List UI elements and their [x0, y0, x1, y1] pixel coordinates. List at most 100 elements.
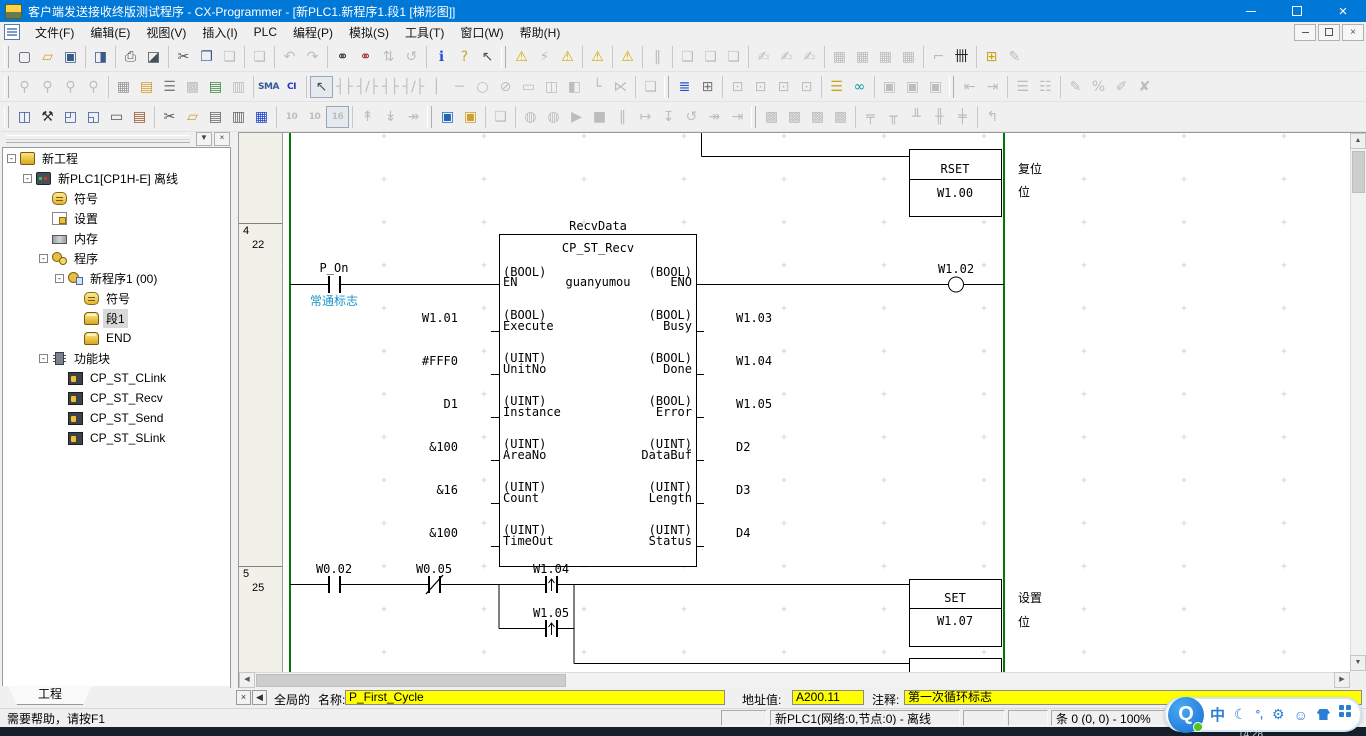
tree-item[interactable]: -新程序1 (00): [3, 268, 230, 288]
smart-input-icon[interactable]: SMA: [257, 76, 280, 98]
address-reference-icon[interactable]: ▱: [181, 106, 204, 128]
tree-item[interactable]: 内存: [3, 228, 230, 248]
print-icon[interactable]: ⎙: [119, 46, 142, 68]
rung-list-icon[interactable]: ☰: [158, 76, 181, 98]
find-check-icon[interactable]: ⚠: [556, 46, 579, 68]
ime-apps-icon[interactable]: [1339, 705, 1344, 710]
time-chart-icon[interactable]: 卌: [950, 46, 973, 68]
grid-icon[interactable]: ▦: [112, 76, 135, 98]
ime-logo-icon[interactable]: Q: [1168, 697, 1204, 733]
save-icon[interactable]: ▣: [59, 46, 82, 68]
cut-icon[interactable]: ✂: [172, 46, 195, 68]
about-icon[interactable]: ℹ: [430, 46, 453, 68]
fb-library-icon[interactable]: ≣: [673, 76, 696, 98]
ime-fullhalf-icon[interactable]: ☾: [1234, 706, 1247, 723]
cross-reference-icon[interactable]: ◱: [82, 106, 105, 128]
horizontal-scroll-thumb[interactable]: [256, 674, 566, 687]
workspace-grip[interactable]: [6, 135, 190, 143]
replace-icon[interactable]: ⚭: [354, 46, 377, 68]
close-button[interactable]: ×: [1320, 0, 1366, 22]
ladder-document-icon[interactable]: [4, 24, 20, 40]
symbol-bar-prev-button[interactable]: ◀: [252, 690, 267, 705]
ime-emoji-icon[interactable]: ☺: [1294, 707, 1308, 723]
menu-edit[interactable]: 编辑(E): [82, 22, 138, 43]
restore-button[interactable]: [1274, 0, 1320, 22]
tree-item[interactable]: CP_ST_SLink: [3, 428, 230, 448]
tree-item[interactable]: 符号: [3, 188, 230, 208]
tree-item[interactable]: 符号: [3, 288, 230, 308]
memory-view-icon[interactable]: ▦: [250, 106, 273, 128]
menu-simulation[interactable]: 模拟(S): [341, 22, 397, 43]
windows-taskbar[interactable]: 14:28: [0, 727, 1366, 736]
ime-toolbar[interactable]: Q 中 ☾ °, ⚙ ☺: [1164, 697, 1362, 732]
menu-window[interactable]: 窗口(W): [452, 22, 511, 43]
symbol-name-field[interactable]: P_First_Cycle: [345, 690, 725, 705]
help-icon[interactable]: ?: [453, 46, 476, 68]
menu-tools[interactable]: 工具(T): [397, 22, 452, 43]
scroll-down-button[interactable]: ▼: [1350, 655, 1366, 671]
ladder-canvas[interactable]: 4 22 5 25 RSET W1.00 复位 位: [239, 133, 1350, 672]
menu-file[interactable]: 文件(F): [27, 22, 82, 43]
tree-item[interactable]: -新工程: [3, 148, 230, 168]
print-preview-icon[interactable]: ◪: [142, 46, 165, 68]
child-close-button[interactable]: ×: [1342, 24, 1364, 41]
ime-punctuation-icon[interactable]: °,: [1256, 709, 1263, 721]
tree-expander-icon[interactable]: -: [7, 154, 16, 163]
force-set-icon[interactable]: ⊞: [980, 46, 1003, 68]
simulator-online-icon[interactable]: ▣: [459, 106, 482, 128]
tree-item[interactable]: CP_ST_Send: [3, 408, 230, 428]
context-help-icon[interactable]: ↖: [476, 46, 499, 68]
io-table-icon[interactable]: ▥: [227, 106, 250, 128]
menu-program[interactable]: 编程(P): [285, 22, 341, 43]
tree-expander-icon[interactable]: -: [55, 274, 64, 283]
window-layout-icon[interactable]: ◫: [13, 106, 36, 128]
tree-item[interactable]: END: [3, 328, 230, 348]
scroll-right-button[interactable]: ▶: [1334, 672, 1350, 688]
program-check-icon[interactable]: ⚠: [510, 46, 533, 68]
tree-item[interactable]: -程序: [3, 248, 230, 268]
ci-view-icon[interactable]: CI: [280, 76, 303, 98]
fb-monitor-icon[interactable]: ∞: [848, 76, 871, 98]
menu-insert[interactable]: 插入(I): [194, 22, 245, 43]
horizontal-scrollbar[interactable]: ◀ ▶: [239, 672, 1350, 688]
vertical-scroll-thumb[interactable]: [1352, 151, 1365, 193]
child-minimize-button[interactable]: [1294, 24, 1316, 41]
select-mode-icon[interactable]: ↖: [310, 76, 333, 98]
symbol-address-field[interactable]: A200.11: [792, 690, 864, 705]
menu-help[interactable]: 帮助(H): [512, 22, 569, 43]
tree-expander-icon[interactable]: -: [23, 174, 32, 183]
workspace-close-button[interactable]: ×: [214, 132, 230, 146]
symbol-bar-icon[interactable]: ▤: [204, 76, 227, 98]
tree-item[interactable]: -功能块: [3, 348, 230, 368]
workspace-menu-button[interactable]: ▼: [196, 132, 212, 146]
find-icon[interactable]: ⚭: [331, 46, 354, 68]
symbol-bar-close-button[interactable]: ×: [236, 690, 251, 705]
tree-item[interactable]: 段1: [3, 308, 230, 328]
save-check-icon[interactable]: ⚠: [586, 46, 609, 68]
comment-box-icon[interactable]: ▤: [135, 76, 158, 98]
fb-instance-icon[interactable]: ☰: [825, 76, 848, 98]
tree-item[interactable]: 设置: [3, 208, 230, 228]
scroll-up-button[interactable]: ▲: [1350, 133, 1366, 149]
menu-plc[interactable]: PLC: [246, 23, 285, 41]
watch-window-icon[interactable]: ◰: [59, 106, 82, 128]
tree-item[interactable]: CP_ST_Recv: [3, 388, 230, 408]
new-icon[interactable]: ▢: [13, 46, 36, 68]
minimize-button[interactable]: [1228, 0, 1274, 22]
tree-item[interactable]: -新PLC1[CP1H-E] 离线: [3, 168, 230, 188]
tab-project[interactable]: 工程: [8, 686, 92, 705]
ime-language-icon[interactable]: 中: [1210, 704, 1225, 725]
tree-expander-icon[interactable]: -: [39, 254, 48, 263]
ime-skin-icon[interactable]: [1317, 709, 1330, 720]
transfer-check-icon[interactable]: ⚠: [616, 46, 639, 68]
clipboard-view-icon[interactable]: ▤: [204, 106, 227, 128]
child-restore-button[interactable]: [1318, 24, 1340, 41]
work-online-icon[interactable]: ▣: [436, 106, 459, 128]
scroll-left-button[interactable]: ◀: [239, 672, 255, 688]
build-tool-icon[interactable]: ⚒: [36, 106, 59, 128]
menu-view[interactable]: 视图(V): [138, 22, 194, 43]
open-icon[interactable]: ▱: [36, 46, 59, 68]
compile-icon[interactable]: ◨: [89, 46, 112, 68]
properties-icon[interactable]: ▤: [128, 106, 151, 128]
tree-item[interactable]: CP_ST_CLink: [3, 368, 230, 388]
